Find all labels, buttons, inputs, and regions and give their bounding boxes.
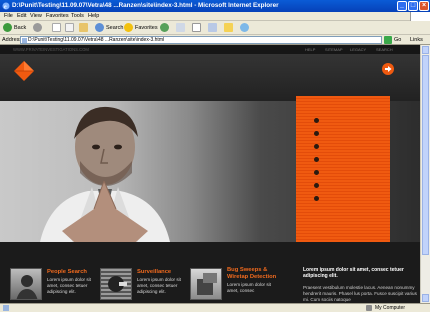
- vertical-scrollbar[interactable]: [420, 45, 430, 303]
- title-bar: e D:\Punit\Testing\11.09.07\Vetra\48 ...…: [0, 0, 430, 12]
- site-url-text: WWW.PRIVATEINVESTIGATIONS.COM: [13, 47, 89, 52]
- history-icon: [160, 23, 169, 33]
- favorites-button[interactable]: Favorites: [124, 23, 158, 33]
- close-button[interactable]: ×: [419, 1, 429, 11]
- lorem-heading: Lorem ipsum dolor sit amet, consec tetue…: [303, 267, 404, 279]
- site-top-strip: WWW.PRIVATEINVESTIGATIONS.COM HELP SITEM…: [0, 45, 420, 54]
- nav-sitemap[interactable]: SITEMAP: [325, 47, 343, 52]
- lorem-text: Praesent vestibulum molestie lacus. Aene…: [303, 285, 417, 302]
- nav-legacy[interactable]: LEGACY: [350, 47, 366, 52]
- service-title-surveillance[interactable]: Surveillance: [137, 269, 171, 276]
- back-button[interactable]: Back: [3, 23, 26, 33]
- maximize-button[interactable]: □: [408, 1, 418, 11]
- windows-logo-icon: [410, 12, 430, 21]
- menu-view[interactable]: View: [30, 12, 42, 21]
- menu-bullet-7[interactable]: [314, 196, 319, 201]
- diamond-logo-icon[interactable]: [14, 61, 34, 81]
- menu-bullet-5[interactable]: [314, 170, 319, 175]
- man-portrait-image: [40, 106, 170, 242]
- window-title: D:\Punit\Testing\11.09.07\Vetra\48 ...Ra…: [12, 2, 279, 9]
- mail-icon: [176, 23, 185, 33]
- web-page: WWW.PRIVATEINVESTIGATIONS.COM HELP SITEM…: [0, 45, 420, 303]
- page-icon: [52, 23, 61, 33]
- service-text-bug-sweeps: Lorem ipsum dolor sit amet, consec: [227, 282, 271, 293]
- bug-sweeps-thumbnail: [190, 268, 222, 300]
- status-zone: My Computer: [375, 305, 406, 311]
- go-button[interactable]: Go: [394, 36, 401, 44]
- print-icon: [192, 23, 201, 33]
- go-arrow-icon: [384, 36, 392, 44]
- search-icon: [95, 23, 104, 33]
- menu-tools[interactable]: Tools: [71, 12, 84, 21]
- messenger-button[interactable]: [240, 23, 251, 33]
- edit-icon: [208, 23, 217, 33]
- nav-help[interactable]: HELP: [305, 47, 315, 52]
- folder-icon: [224, 23, 233, 33]
- menu-bullet-4[interactable]: [314, 157, 319, 162]
- menu-file[interactable]: File: [4, 12, 13, 21]
- messenger-icon: [240, 23, 249, 33]
- forward-arrow-icon: [33, 23, 42, 33]
- toolbar: Back Search Favorites: [0, 21, 430, 35]
- surveillance-thumbnail: [100, 268, 132, 300]
- star-icon: [124, 23, 133, 33]
- favorites-label: Favorites: [135, 25, 158, 31]
- address-bar: Address D:\Punit\Testing\11.09.07\Vetra\…: [0, 35, 430, 45]
- scroll-thumb[interactable]: [422, 55, 429, 255]
- menu-favorites[interactable]: Favorites: [46, 12, 69, 21]
- service-title-people-search[interactable]: People Search: [47, 269, 87, 276]
- address-input[interactable]: D:\Punit\Testing\11.09.07\Vetra\48 ...Ra…: [20, 36, 382, 44]
- home-icon: [79, 23, 88, 33]
- ie-icon: e: [2, 2, 10, 10]
- service-text-surveillance: Lorem ipsum dolor sit amet, consec tetue…: [137, 277, 181, 294]
- menu-bar: File Edit View Favorites Tools Help: [0, 12, 430, 21]
- menu-help[interactable]: Help: [88, 12, 99, 21]
- computer-icon: [366, 305, 372, 311]
- mail-button[interactable]: [176, 23, 187, 33]
- folder-button[interactable]: [224, 23, 235, 33]
- search-button[interactable]: Search: [95, 23, 123, 33]
- links-button[interactable]: Links: [410, 36, 423, 44]
- page-icon: [3, 305, 9, 311]
- edit-button[interactable]: [208, 23, 219, 33]
- site-header: [0, 54, 420, 101]
- refresh-icon: [65, 23, 74, 33]
- menu-bullet-3[interactable]: [314, 144, 319, 149]
- forward-button[interactable]: [33, 23, 44, 33]
- page-icon: [22, 38, 27, 43]
- menu-bullet-2[interactable]: [314, 131, 319, 136]
- scroll-down-arrow-icon[interactable]: [422, 294, 429, 302]
- people-search-thumbnail: [10, 268, 42, 300]
- service-text-people-search: Lorem ipsum dolor sit amet, consec tetue…: [47, 277, 91, 294]
- arrow-right-icon[interactable]: [382, 63, 394, 75]
- back-label: Back: [14, 25, 27, 31]
- search-label: Search: [106, 25, 124, 31]
- menu-bullet-1[interactable]: [314, 118, 319, 123]
- menu-edit[interactable]: Edit: [17, 12, 26, 21]
- menu-bullet-6[interactable]: [314, 183, 319, 188]
- home-button[interactable]: [79, 23, 90, 33]
- refresh-button[interactable]: [65, 23, 76, 33]
- minimize-button[interactable]: _: [397, 1, 407, 11]
- address-value: D:\Punit\Testing\11.09.07\Vetra\48 ...Ra…: [28, 37, 165, 43]
- svg-text:e: e: [4, 4, 7, 10]
- history-button[interactable]: [160, 23, 171, 33]
- menu-panel: [296, 96, 390, 266]
- back-arrow-icon: [3, 23, 12, 33]
- scroll-up-arrow-icon[interactable]: [422, 46, 429, 54]
- stop-button[interactable]: [52, 23, 63, 33]
- service-title-bug-sweeps[interactable]: Bug Sweeps & Wiretap Detection: [227, 267, 289, 280]
- status-bar: My Computer: [0, 303, 430, 312]
- print-button[interactable]: [192, 23, 203, 33]
- nav-search[interactable]: SEARCH: [376, 47, 393, 52]
